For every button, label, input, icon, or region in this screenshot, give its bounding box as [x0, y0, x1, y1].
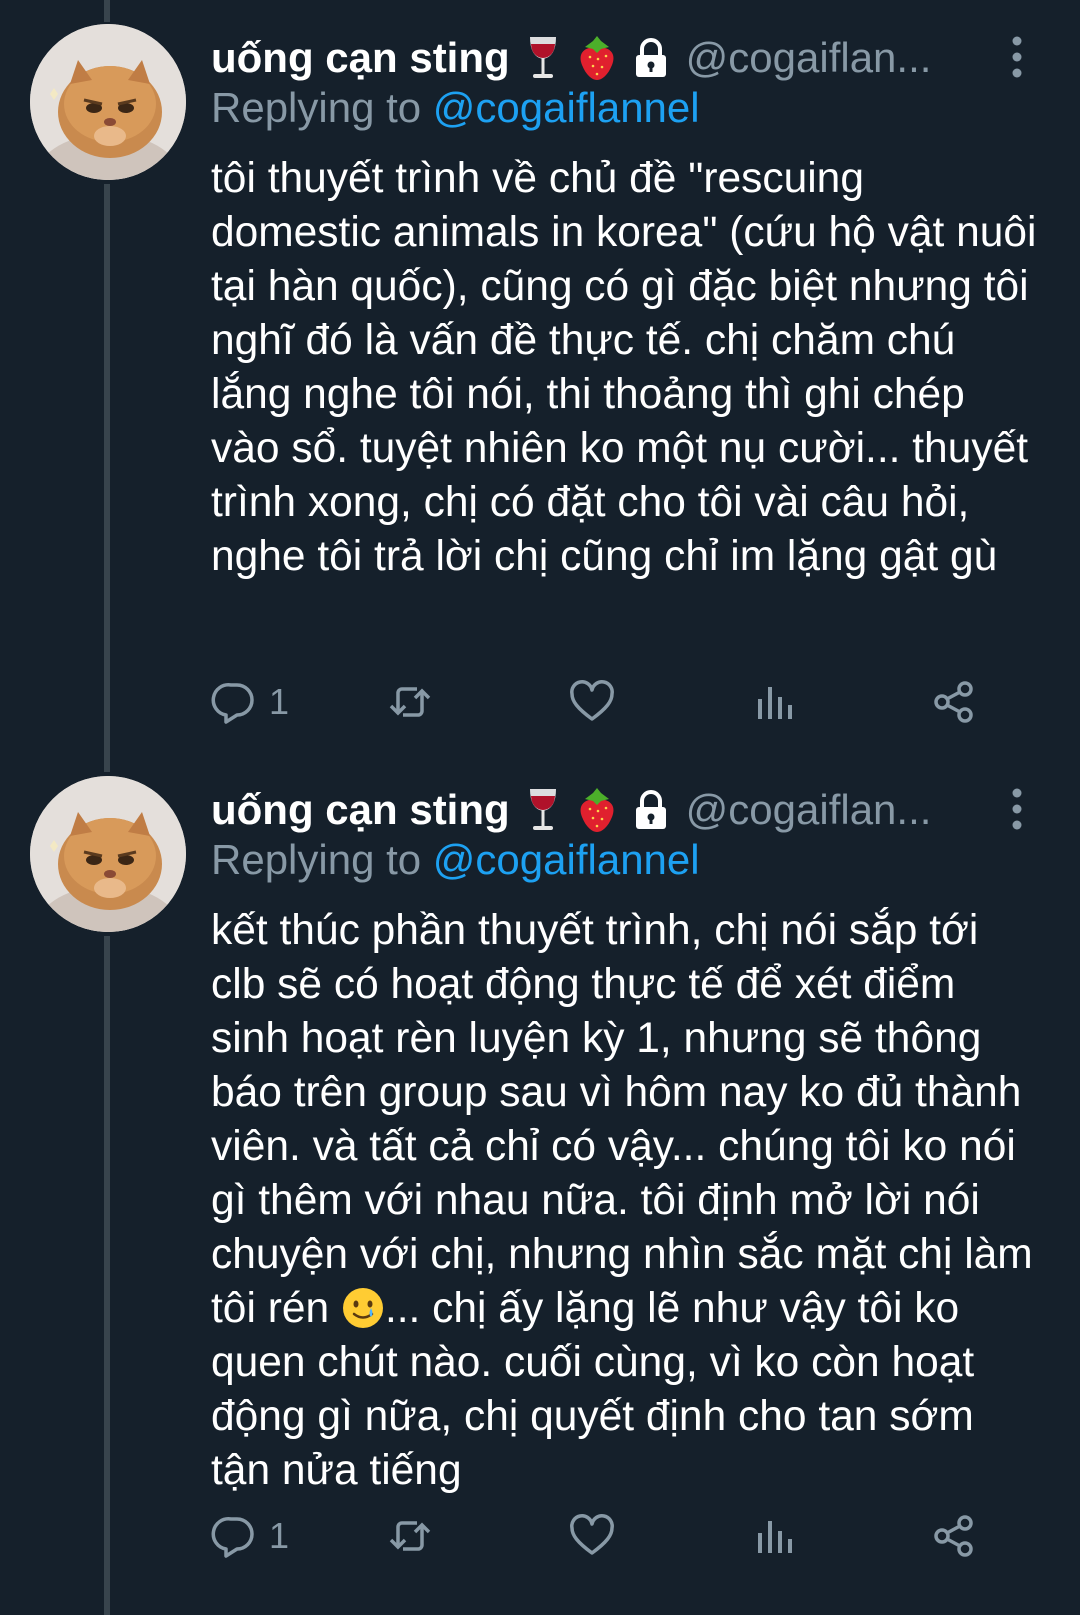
- retweet-icon: [389, 687, 431, 717]
- user-handle[interactable]: @cogaiflan...: [686, 34, 932, 82]
- more-options-icon[interactable]: [1010, 788, 1024, 830]
- reply-icon: [211, 683, 254, 724]
- cat-avatar-image: [30, 24, 186, 180]
- replying-to-label: Replying to: [211, 84, 433, 131]
- tweet-text-part: kết thúc phần thuyết trình, chị nói sắp …: [211, 907, 1033, 1332]
- analytics-button[interactable]: [751, 674, 797, 730]
- cat-avatar-image: [30, 776, 186, 932]
- strawberry-emoji: [576, 35, 618, 81]
- replying-to-mention[interactable]: @cogaiflannel: [433, 84, 700, 131]
- avatar[interactable]: [30, 776, 186, 932]
- strawberry-emoji: [576, 787, 618, 833]
- tweet-header: uống cạn sting @cogaiflan...: [211, 780, 931, 840]
- replying-to-mention[interactable]: @cogaiflannel: [433, 836, 700, 883]
- reply-count: 1: [269, 1515, 290, 1556]
- display-name[interactable]: uống cạn sting: [211, 34, 510, 82]
- display-name[interactable]: uống cạn sting: [211, 786, 510, 834]
- share-icon: [934, 681, 973, 723]
- smiling-face-with-tear-emoji: [341, 1286, 385, 1330]
- reply-icon: [211, 1517, 254, 1558]
- like-button[interactable]: [569, 674, 615, 730]
- analytics-button[interactable]: [751, 1508, 797, 1564]
- reply-count: 1: [269, 681, 290, 722]
- share-button[interactable]: [931, 1508, 977, 1564]
- tweet-text: kết thúc phần thuyết trình, chị nói sắp …: [211, 904, 1041, 1498]
- retweet-icon: [389, 1521, 431, 1551]
- retweet-button[interactable]: [387, 1508, 433, 1564]
- retweet-button[interactable]: [387, 674, 433, 730]
- replying-to-label: Replying to: [211, 836, 433, 883]
- like-button[interactable]: [569, 1508, 615, 1564]
- tweet[interactable]: uống cạn sting @cogaiflan... Replying to…: [0, 752, 1080, 1615]
- share-icon: [934, 1515, 973, 1557]
- tweet-actions: 1: [211, 674, 1011, 730]
- analytics-icon: [758, 1521, 792, 1553]
- lock-icon: [630, 35, 672, 81]
- tweet-text: tôi thuyết trình về chủ đề "rescuing dom…: [211, 155, 1037, 580]
- more-options-icon[interactable]: [1010, 36, 1024, 78]
- analytics-icon: [758, 687, 792, 719]
- tweet-header: uống cạn sting @cogaiflan...: [211, 28, 931, 88]
- heart-icon: [570, 680, 614, 721]
- heart-icon: [570, 1514, 614, 1555]
- replying-to: Replying to @cogaiflannel: [211, 836, 700, 884]
- tweet-actions: 1: [211, 1508, 1011, 1564]
- avatar[interactable]: [30, 24, 186, 180]
- reply-button[interactable]: 1: [211, 674, 289, 730]
- share-button[interactable]: [931, 674, 977, 730]
- user-handle[interactable]: @cogaiflan...: [686, 786, 932, 834]
- replying-to: Replying to @cogaiflannel: [211, 84, 700, 132]
- wine-glass-emoji: [522, 787, 564, 833]
- reply-button[interactable]: 1: [211, 1508, 289, 1564]
- lock-icon: [630, 787, 672, 833]
- tweet[interactable]: uống cạn sting @cogaiflan... Replying to…: [0, 0, 1080, 752]
- wine-glass-emoji: [522, 35, 564, 81]
